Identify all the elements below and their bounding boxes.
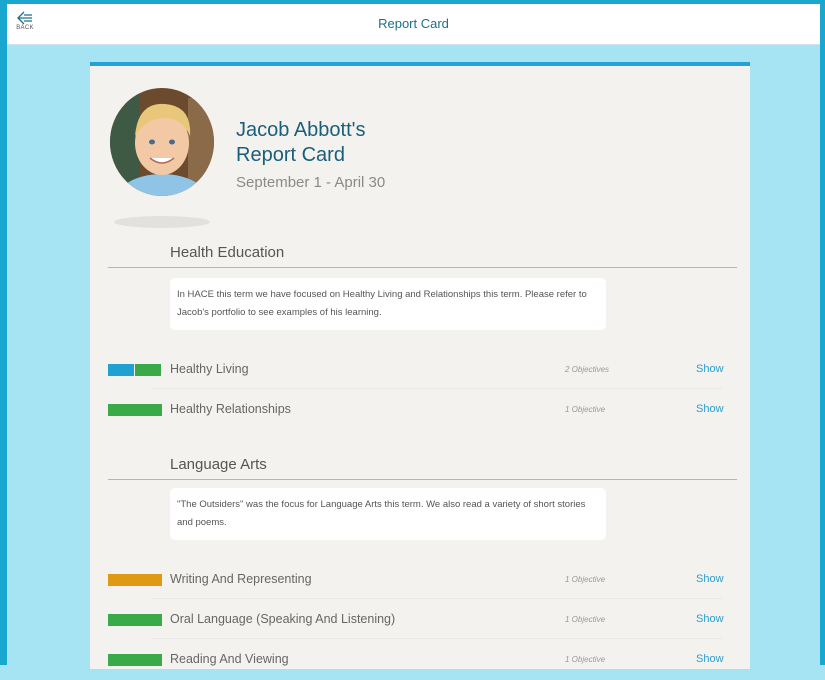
- section-divider: [108, 479, 737, 480]
- subject-row-writing-and-representing: Writing And Representing 1 Objective Sho…: [108, 560, 737, 600]
- objectives-count: 1 Objective: [565, 655, 606, 664]
- progress-bar-segment: [108, 364, 134, 376]
- show-button[interactable]: Show: [696, 573, 724, 585]
- report-title: Jacob Abbott's Report Card: [236, 118, 536, 168]
- objectives-count: 1 Objective: [565, 575, 606, 584]
- report-card-label: Report Card: [236, 144, 345, 166]
- show-button[interactable]: Show: [696, 613, 724, 625]
- row-divider: [152, 638, 722, 639]
- show-button[interactable]: Show: [696, 403, 724, 415]
- subject-label: Healthy Relationships: [170, 402, 291, 416]
- section-divider: [108, 267, 737, 268]
- subject-row-reading-and-viewing: Reading And Viewing 1 Objective Show: [108, 640, 737, 680]
- subject-label: Healthy Living: [170, 362, 249, 376]
- frame-right: [820, 0, 825, 665]
- term-dates: September 1 - April 30: [236, 174, 386, 191]
- progress-bar: [108, 404, 162, 416]
- student-photo: [110, 88, 214, 196]
- student-name: Jacob Abbott's: [236, 119, 366, 141]
- student-avatar: [110, 88, 214, 196]
- subject-label: Reading And Viewing: [170, 652, 289, 666]
- subject-label: Writing And Representing: [170, 572, 312, 586]
- report-card-panel: Jacob Abbott's Report Card September 1 -…: [90, 62, 750, 669]
- subject-label: Oral Language (Speaking And Listening): [170, 612, 396, 626]
- show-button[interactable]: Show: [696, 653, 724, 665]
- row-divider: [152, 598, 722, 599]
- progress-bar: [108, 614, 162, 626]
- progress-bar: [108, 574, 162, 586]
- row-divider: [152, 388, 722, 389]
- avatar-shadow: [114, 216, 210, 228]
- section-title-language-arts: Language Arts: [170, 456, 267, 473]
- progress-bar: [108, 654, 162, 666]
- top-bar: BACK Report Card: [7, 4, 820, 45]
- progress-bar-segment: [135, 364, 161, 376]
- page-title: Report Card: [378, 16, 449, 31]
- section-note: "The Outsiders" was the focus for Langua…: [170, 488, 606, 540]
- objectives-count: 1 Objective: [565, 615, 606, 624]
- section-title-health-education: Health Education: [170, 244, 285, 261]
- objectives-count: 1 Objective: [565, 405, 606, 414]
- subject-row-healthy-living: Healthy Living 2 Objectives Show: [108, 350, 737, 390]
- subject-row-healthy-relationships: Healthy Relationships 1 Objective Show: [108, 390, 737, 430]
- objectives-count: 2 Objectives: [565, 365, 610, 374]
- section-note: In HACE this term we have focused on Hea…: [170, 278, 606, 330]
- show-button[interactable]: Show: [696, 363, 724, 375]
- subject-row-oral-language: Oral Language (Speaking And Listening) 1…: [108, 600, 737, 640]
- frame-left: [0, 0, 7, 665]
